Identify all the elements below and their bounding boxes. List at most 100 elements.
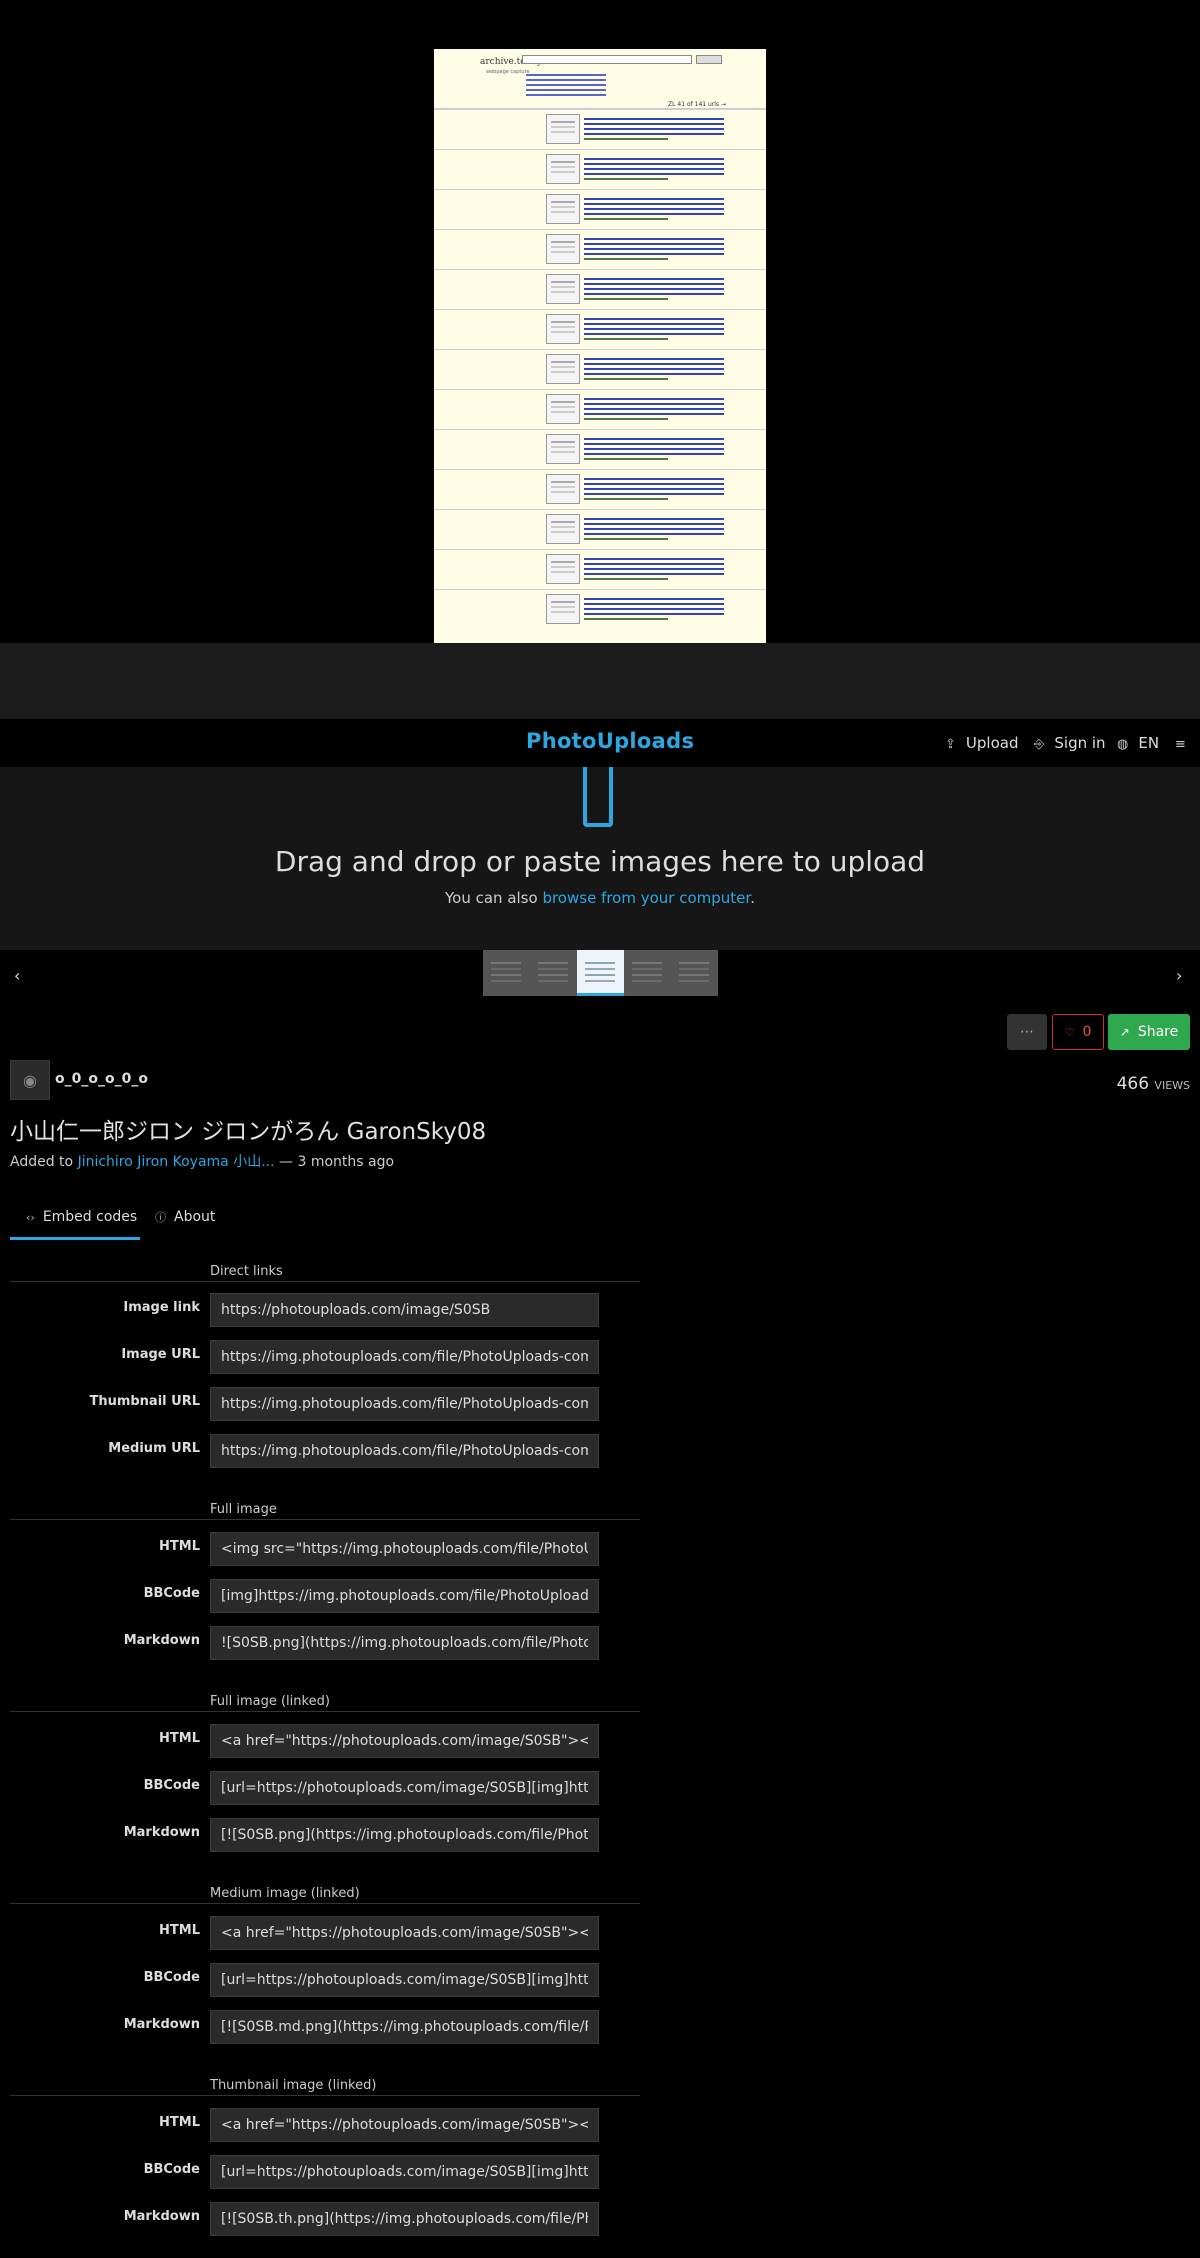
archive-row-text [584, 475, 724, 503]
archive-row-thumbnail [546, 394, 580, 424]
browse-computer-link[interactable]: browse from your computer [542, 889, 750, 907]
site-logo[interactable]: PhotoUploads [526, 729, 694, 753]
upload-nav-label: Upload [965, 734, 1019, 752]
meta-time: — 3 months ago [274, 1154, 395, 1170]
username[interactable]: o_0_o_o_0_o [55, 1071, 148, 1087]
tab-embed-label: Embed codes [42, 1209, 138, 1225]
archive-row-text [584, 315, 724, 343]
upload-dropzone[interactable]: Drag and drop or paste images here to up… [0, 767, 1200, 950]
medium-linked-markdown-field[interactable] [210, 2010, 599, 2044]
thumbnail-item[interactable] [671, 950, 718, 996]
thumb-linked-html-label: HTML [159, 2115, 200, 2130]
archive-row-text [584, 195, 724, 223]
medium-linked-html-field[interactable] [210, 1916, 599, 1950]
archive-row [434, 469, 766, 509]
archive-row [434, 229, 766, 269]
full-linked-bbcode-label: BBCode [143, 1778, 200, 1793]
upload-sub-suffix: . [750, 889, 755, 907]
archive-row-text [584, 515, 724, 543]
full-html-label: HTML [159, 1539, 200, 1554]
archive-row-thumbnail [546, 154, 580, 184]
archive-row-text [584, 555, 724, 583]
archive-row-thumbnail [546, 114, 580, 144]
image-link-field[interactable] [210, 1293, 599, 1327]
full-linked-html-field[interactable] [210, 1724, 599, 1758]
album-link[interactable]: Jinichiro Jiron Koyama 小山... [78, 1154, 275, 1170]
upload-title: Drag and drop or paste images here to up… [274, 845, 926, 878]
archive-row [434, 549, 766, 589]
section-title-full-image: Full image [210, 1502, 277, 1517]
medium-linked-bbcode-label: BBCode [143, 1970, 200, 1985]
archive-row-thumbnail [546, 474, 580, 504]
archive-search-box [522, 55, 692, 64]
thumb-linked-html-field[interactable] [210, 2108, 599, 2142]
code-icon: ‹› [26, 1211, 35, 1224]
views-counter: 466 VIEWS [1117, 1074, 1190, 1094]
archive-row-text [584, 115, 724, 143]
image-url-field[interactable] [210, 1340, 599, 1374]
thumb-linked-markdown-label: Markdown [123, 2209, 200, 2224]
language-selector[interactable]: ◍ EN [1117, 734, 1159, 752]
thumbnail-item[interactable] [483, 950, 530, 996]
upload-sub-prefix: You can also [444, 889, 543, 907]
full-linked-bbcode-field[interactable] [210, 1771, 599, 1805]
full-bbcode-field[interactable] [210, 1579, 599, 1613]
image-meta: Added to Jinichiro Jiron Koyama 小山... — … [10, 1151, 394, 1171]
chevron-left-icon[interactable]: ‹ [14, 966, 20, 985]
top-bar: PhotoUploads ⇪ Upload ⎆ Sign in ◍ EN ≡ [0, 719, 1200, 767]
signin-icon: ⎆ [1034, 737, 1045, 752]
thumbnail-item[interactable] [624, 950, 671, 996]
thumb-linked-bbcode-field[interactable] [210, 2155, 599, 2189]
full-html-field[interactable] [210, 1532, 599, 1566]
views-count: 466 [1116, 1074, 1150, 1094]
thumbnail-item[interactable] [530, 950, 577, 996]
archive-row [434, 389, 766, 429]
section-title-thumbnail-linked: Thumbnail image (linked) [210, 2078, 377, 2093]
share-button[interactable]: ↗ Share [1108, 1014, 1190, 1050]
archive-row [434, 309, 766, 349]
medium-linked-markdown-label: Markdown [123, 2017, 200, 2032]
tab-about[interactable]: ⓘ About [155, 1202, 235, 1240]
more-icon: ⋯ [1020, 1024, 1034, 1040]
full-markdown-field[interactable] [210, 1626, 599, 1660]
views-label: VIEWS [1154, 1079, 1190, 1092]
signin-nav-button[interactable]: ⎆ Sign in [1034, 734, 1106, 752]
info-icon: ⓘ [155, 1211, 166, 1224]
archive-row-text [584, 275, 724, 303]
uploaded-image[interactable]: archive.today webpage capture ZL 41 of 1… [434, 49, 766, 643]
like-count: 0 [1082, 1024, 1092, 1040]
avatar[interactable]: ◉ [10, 1060, 50, 1100]
full-bbcode-label: BBCode [143, 1586, 200, 1601]
meta-prefix: Added to [10, 1154, 78, 1170]
upload-nav-button[interactable]: ⇪ Upload [945, 734, 1018, 752]
share-icon: ↗ [1119, 1025, 1130, 1039]
upload-subtitle: You can also browse from your computer. [0, 889, 1200, 907]
image-url-label: Image URL [121, 1347, 200, 1362]
more-button[interactable]: ⋯ [1007, 1014, 1047, 1050]
archive-row [434, 509, 766, 549]
menu-button[interactable]: ≡ [1175, 734, 1196, 752]
globe-icon: ◍ [1117, 737, 1129, 752]
medium-linked-bbcode-field[interactable] [210, 1963, 599, 1997]
tab-embed-codes[interactable]: ‹› Embed codes [10, 1202, 140, 1240]
thumb-linked-markdown-field[interactable] [210, 2202, 599, 2236]
thumb-linked-bbcode-label: BBCode [143, 2162, 200, 2177]
medium-url-field[interactable] [210, 1434, 599, 1468]
like-button[interactable]: ♡ 0 [1052, 1014, 1104, 1050]
image-viewer: archive.today webpage capture ZL 41 of 1… [0, 0, 1200, 643]
archive-row-text [584, 435, 724, 463]
archive-row-thumbnail [546, 354, 580, 384]
archive-row [434, 189, 766, 229]
archive-row-thumbnail [546, 434, 580, 464]
section-title-full-linked: Full image (linked) [210, 1694, 330, 1709]
archive-search-button [696, 55, 722, 64]
thumbnail-item-active[interactable] [577, 950, 624, 996]
archive-row [434, 149, 766, 189]
thumbnail-url-field[interactable] [210, 1387, 599, 1421]
medium-url-label: Medium URL [108, 1441, 200, 1456]
upload-icon: ⇪ [945, 737, 956, 752]
chevron-right-icon[interactable]: › [1176, 966, 1182, 985]
full-markdown-label: Markdown [123, 1633, 200, 1648]
full-linked-markdown-field[interactable] [210, 1818, 599, 1852]
archive-subtitle: webpage capture [486, 69, 530, 75]
